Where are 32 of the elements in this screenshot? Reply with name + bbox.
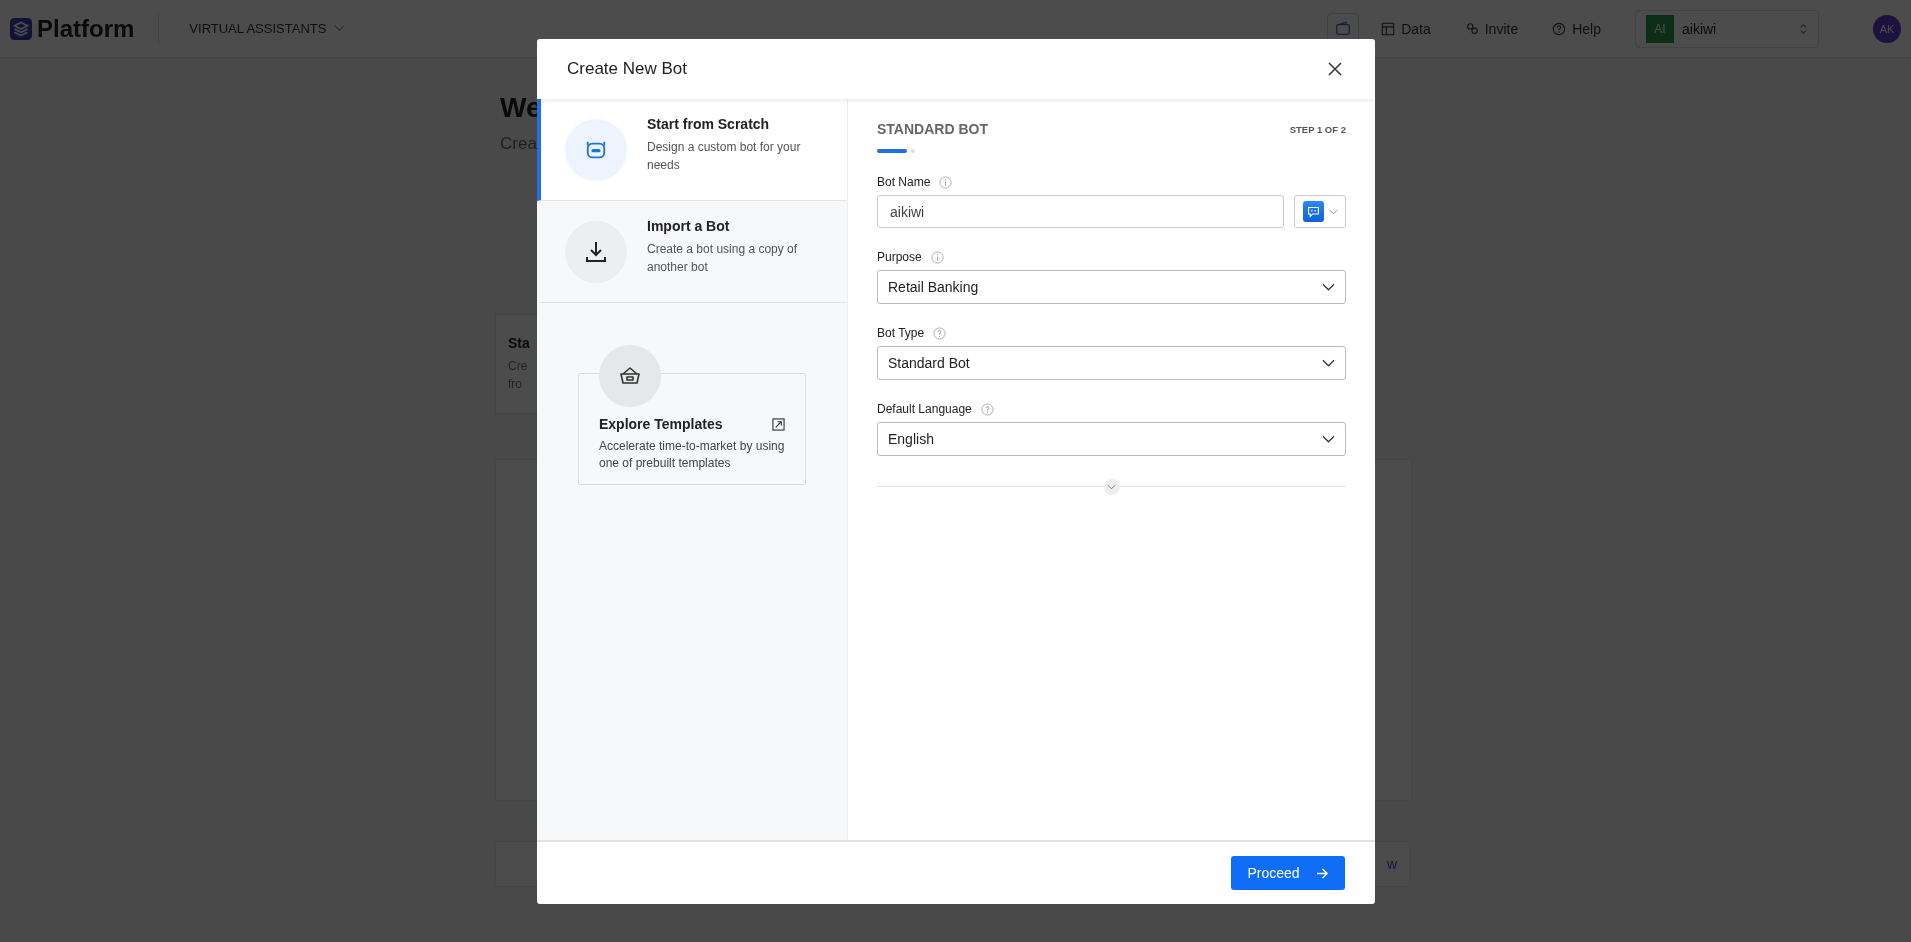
select-dropdown[interactable]: Standard Bot [877, 346, 1346, 380]
help-icon[interactable] [980, 402, 994, 416]
bot-icon-picker[interactable] [1294, 195, 1346, 228]
field-label: Bot Name [877, 175, 931, 189]
download-icon [584, 239, 608, 264]
info-icon[interactable] [930, 250, 944, 264]
expand-chevron-icon[interactable] [1103, 479, 1120, 495]
templates-title: Explore Templates [599, 416, 723, 432]
external-link-icon[interactable] [772, 417, 785, 431]
bot-name-field[interactable]: aikiwi [877, 195, 1284, 228]
info-icon[interactable] [939, 175, 953, 189]
field-label: Purpose [877, 250, 922, 264]
templates-card[interactable]: Explore Templates Accelerate time-to-market by using one of prebuilt templates [578, 373, 806, 485]
dialog-title: Create New Bot [567, 59, 687, 79]
help-icon[interactable] [933, 326, 947, 340]
chat-icon [1302, 201, 1324, 222]
arrow-right-icon [1315, 867, 1329, 879]
chevron-down-icon [1322, 435, 1335, 443]
proceed-button[interactable]: Proceed [1231, 856, 1345, 890]
creation-option[interactable]: Start from Scratch Design a custom bot for your needs [537, 99, 847, 201]
templates-description: Accelerate time-to-market by using one of prebuilt templates [599, 438, 785, 472]
select-dropdown[interactable]: Retail Banking [877, 270, 1346, 304]
card-title: Sta [508, 335, 530, 351]
field-label: Bot Type [877, 326, 925, 340]
chevron-down-icon [1322, 359, 1335, 367]
form-heading: STANDARD BOT [877, 121, 988, 137]
logo-text: Platform [37, 14, 135, 43]
step-counter: STEP 1 OF 2 [1289, 123, 1346, 135]
chevron-down-icon [1322, 283, 1335, 291]
field-label: Default Language [877, 402, 972, 416]
select-dropdown[interactable]: English [877, 422, 1346, 456]
caret-icon [1328, 208, 1338, 215]
